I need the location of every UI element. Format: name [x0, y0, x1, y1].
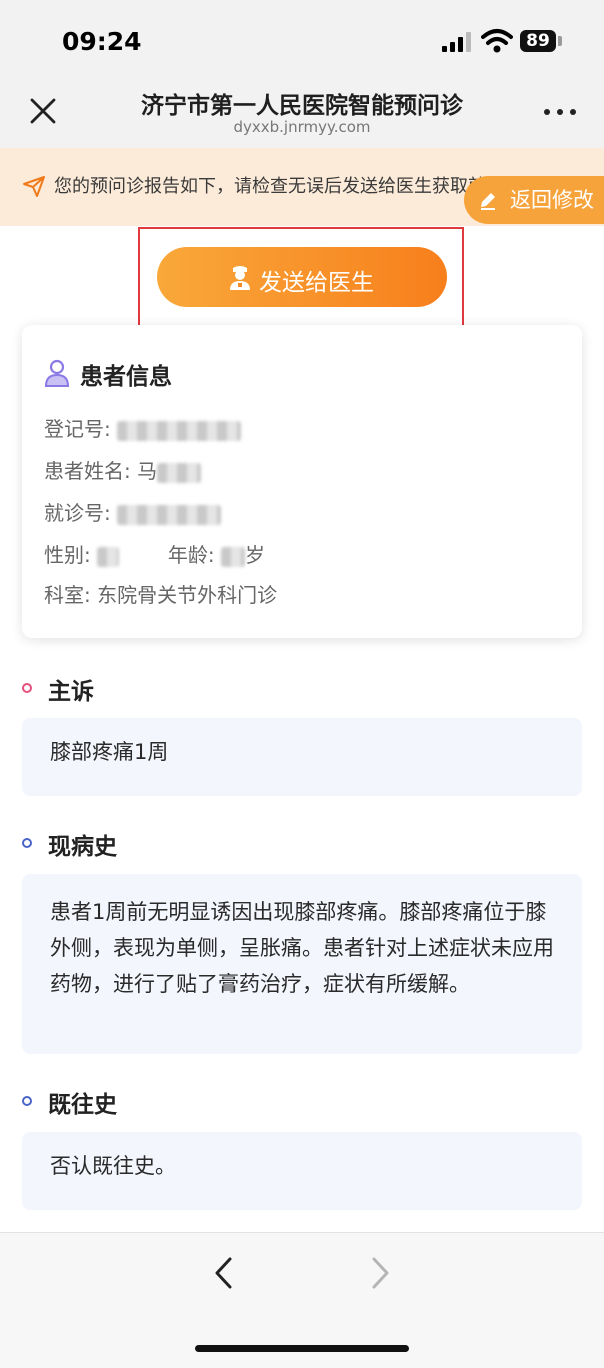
- visit-number-row: 就诊号:: [44, 497, 222, 526]
- section-dot-icon: [22, 1096, 32, 1106]
- home-indicator: [195, 1345, 409, 1352]
- age-unit: 岁: [244, 543, 265, 567]
- registration-number-row: 登记号:: [44, 413, 242, 442]
- return-edit-label: 返回修改: [510, 188, 594, 212]
- chief-complaint-content: 膝部疼痛1周: [22, 718, 582, 796]
- registration-number-redacted: [117, 420, 242, 441]
- patient-info-title: 患者信息: [80, 364, 172, 390]
- status-bar: 09:24 89: [0, 0, 604, 80]
- page-title: 济宁市第一人民医院智能预问诊: [141, 93, 463, 119]
- user-icon: [44, 359, 70, 387]
- patient-info-card: 患者信息 登记号: 患者姓名: 马 就诊号: 性别: 年龄: 岁 科室: 东院骨…: [22, 325, 582, 638]
- patient-name-redacted: [157, 462, 202, 483]
- forward-chevron-icon[interactable]: [366, 1255, 394, 1291]
- back-chevron-icon[interactable]: [210, 1255, 238, 1291]
- battery-icon: [558, 36, 562, 46]
- department-value: 东院骨关节外科门诊: [97, 583, 278, 607]
- age-label: 年龄:: [167, 543, 215, 567]
- past-history-content: 否认既往史。: [22, 1132, 582, 1210]
- visit-number-redacted: [117, 504, 222, 525]
- department-row: 科室: 东院骨关节外科门诊: [44, 579, 277, 608]
- return-edit-button[interactable]: 返回修改: [464, 176, 604, 224]
- section-dot-icon: [22, 683, 32, 693]
- page-url: dyxxb.jnrmyy.com: [233, 118, 371, 136]
- wifi-icon: [481, 29, 513, 53]
- gender-label: 性别:: [44, 543, 91, 567]
- doctor-icon: [230, 266, 250, 290]
- cellular-signal-icon: [442, 32, 471, 52]
- visit-number-label: 就诊号:: [44, 501, 111, 525]
- gender-redacted: [97, 546, 120, 567]
- patient-name-value: 马: [137, 459, 158, 483]
- battery-level: 89: [520, 30, 556, 52]
- status-time: 09:24: [62, 27, 142, 56]
- browser-bottom-bar: [0, 1232, 604, 1368]
- more-options-icon[interactable]: [542, 102, 578, 122]
- send-to-doctor-button[interactable]: 发送给医生: [157, 247, 447, 307]
- patient-name-row: 患者姓名: 马: [44, 455, 202, 484]
- age-redacted: [220, 546, 245, 567]
- registration-number-label: 登记号:: [44, 417, 111, 441]
- section-dot-icon: [22, 838, 32, 848]
- department-label: 科室:: [44, 583, 91, 607]
- edit-pencil-icon: [481, 193, 495, 210]
- present-illness-content: 患者1周前无明显诱因出现膝部疼痛。膝部疼痛位于膝外侧，表现为单侧，呈胀痛。患者针…: [22, 874, 582, 1054]
- send-to-doctor-label: 发送给医生: [259, 270, 374, 296]
- send-paper-plane-icon: [23, 176, 45, 197]
- patient-name-label: 患者姓名:: [44, 459, 131, 483]
- nav-bar: 济宁市第一人民医院智能预问诊 dyxxb.jnrmyy.com: [0, 80, 604, 148]
- gender-age-row: 性别: 年龄: 岁: [44, 539, 265, 568]
